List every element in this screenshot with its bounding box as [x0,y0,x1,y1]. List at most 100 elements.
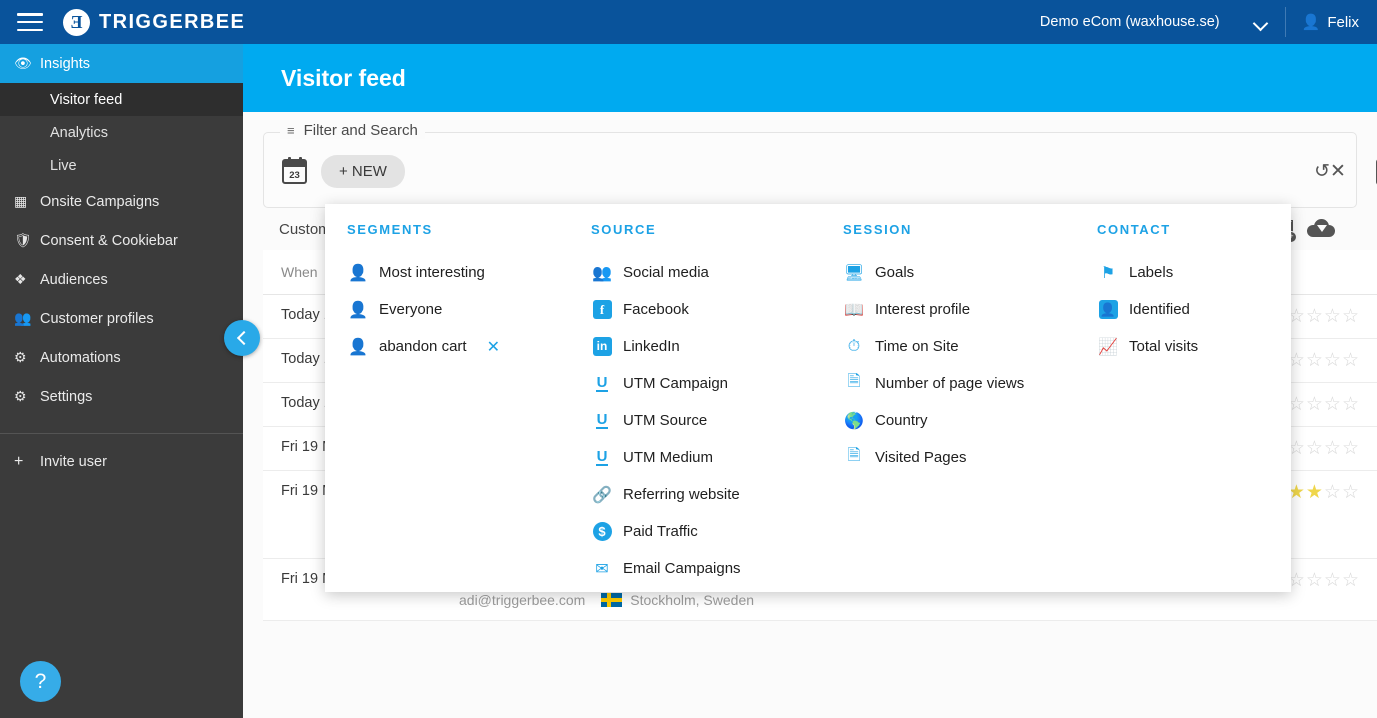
dropdown-item-identified[interactable]: 👤 Identified [1097,291,1291,328]
window-icon: ▦ [14,193,28,209]
dollar-icon: $ [591,521,613,543]
dropdown-item-linkedin[interactable]: in LinkedIn [591,328,821,365]
sidebar-sublabel-visitor-feed: Visitor feed [50,91,123,108]
star-empty-icon[interactable]: ☆ [1306,439,1323,458]
star-empty-icon[interactable]: ☆ [1306,571,1323,590]
dropdown-item-email-campaigns[interactable]: ✉ Email Campaigns [591,550,821,587]
star-empty-icon[interactable]: ☆ [1324,483,1341,502]
hamburger-menu-icon[interactable] [17,13,43,31]
dropdown-item-facebook[interactable]: f Facebook [591,291,821,328]
shield-icon: 🛡 [14,232,32,248]
star-empty-icon[interactable]: ☆ [1324,395,1341,414]
dropdown-item-paid-traffic[interactable]: $ Paid Traffic [591,513,821,550]
visitor-location: Stockholm, Sweden [630,592,755,608]
star-empty-icon[interactable]: ☆ [1342,307,1359,326]
dropdown-item-goals[interactable]: 🖥 Goals [843,254,1075,291]
star-empty-icon[interactable]: ☆ [1342,571,1359,590]
dropdown-item-visited-pages[interactable]: 🗎 Visited Pages [843,439,1075,476]
star-empty-icon[interactable]: ☆ [1306,307,1323,326]
brand-logo[interactable]: Ǝ TRIGGERBEE [63,8,245,36]
invite-user-button[interactable]: + Invite user [0,444,243,480]
sidebar-subitem-analytics[interactable]: Analytics [0,116,243,149]
person-icon: 👤 [348,301,368,319]
account-selector[interactable]: Demo eCom (waxhouse.se) [1040,14,1285,30]
star-empty-icon[interactable]: ☆ [1342,351,1359,370]
sidebar-label-audiences: Audiences [40,271,108,288]
user-menu[interactable]: 👤 Felix [1286,13,1377,32]
visitor-meta: adi@triggerbee.com Stockholm, Sweden [459,592,1191,608]
dropdown-item-utm-source[interactable]: U UTM Source [591,402,821,439]
star-empty-icon[interactable]: ☆ [1324,307,1341,326]
dropdown-label-most-interesting: Most interesting [379,264,485,281]
sidebar-item-onsite-campaigns[interactable]: ▦ Onsite Campaigns [0,182,243,221]
book-icon: 📖 [844,301,864,319]
dropdown-item-utm-campaign[interactable]: U UTM Campaign [591,365,821,402]
filter-legend-label: Filter and Search [303,122,418,139]
star-empty-icon[interactable]: ☆ [1306,351,1323,370]
dropdown-column-session: SESSION 🖥 Goals 📖 Interest profile ⏱ Tim… [821,222,1075,592]
cloud-download-icon[interactable] [1307,219,1335,239]
star-empty-icon[interactable]: ☆ [1306,395,1323,414]
star-empty-icon[interactable]: ☆ [1342,395,1359,414]
sidebar-item-settings[interactable]: ⚙ Settings [0,377,243,416]
reset-filters-icon[interactable]: ↺✕ [1314,159,1346,183]
star-filled-icon[interactable]: ★ [1306,483,1323,502]
dropdown-label-abandon-cart: abandon cart [379,338,467,355]
sidebar-label-onsite-campaigns: Onsite Campaigns [40,193,160,210]
people-icon: 👥 [14,310,32,326]
dropdown-item-total-visits[interactable]: 📈 Total visits [1097,328,1291,365]
id-icon: 👤 [1098,300,1118,319]
dropdown-label-number-of-page-views: Number of page views [875,375,1025,392]
app-root: Ǝ TRIGGERBEE Demo eCom (waxhouse.se) 👤 F… [0,0,1377,718]
dropdown-item-labels[interactable]: ⚑ Labels [1097,254,1291,291]
dropdown-item-interest-profile[interactable]: 📖 Interest profile [843,291,1075,328]
sidebar-item-audiences[interactable]: ❖ Audiences [0,260,243,299]
linkedin-icon: in [591,336,613,358]
dropdown-label-interest-profile: Interest profile [875,301,971,318]
dropdown-item-abandon-cart[interactable]: 👤 abandon cart ✕ [347,328,569,365]
dropdown-label-utm-campaign: UTM Campaign [623,375,729,392]
dropdown-item-everyone[interactable]: 👤 Everyone [347,291,569,328]
new-filter-button[interactable]: + NEW [321,154,405,188]
filter-options-dropdown: SEGMENTS 👤 Most interesting 👤 Everyone 👤… [325,204,1291,592]
dropdown-item-country[interactable]: 🌎 Country [843,402,1075,439]
sidebar-sublabel-live: Live [50,157,77,174]
account-name: Demo eCom (waxhouse.se) [1039,14,1220,30]
calendar-icon[interactable]: 23 [282,156,307,184]
dropdown-item-utm-medium[interactable]: U UTM Medium [591,439,821,476]
sidebar-item-customer-profiles[interactable]: 👥 Customer profiles [0,299,243,338]
star-empty-icon[interactable]: ☆ [1324,571,1341,590]
filter-controls: 23 + NEW ↺✕ [264,133,1356,209]
star-empty-icon[interactable]: ☆ [1342,439,1359,458]
sidebar-collapse-button[interactable] [224,320,260,356]
dropdown-item-time-on-site[interactable]: ⏱ Time on Site [843,328,1075,365]
dropdown-item-referring-website[interactable]: 🔗 Referring website [591,476,821,513]
dropdown-item-number-of-page-views[interactable]: 🗎 Number of page views [843,365,1075,402]
user-icon: 👤 [1301,14,1321,31]
sidebar-label-automations: Automations [40,349,121,366]
sidebar-item-insights[interactable]: 👁 Insights [0,44,243,83]
sidebar-sublabel-analytics: Analytics [50,124,109,141]
chart-line-icon: 📈 [1098,338,1118,356]
dropdown-column-contact: CONTACT ⚑ Labels 👤 Identified 📈 Total vi… [1075,222,1291,592]
dropdown-label-time-on-site: Time on Site [875,338,959,355]
top-bar-right: Demo eCom (waxhouse.se) 👤 Felix [1040,0,1377,44]
dropdown-column-source: SOURCE 👥 Social media f Facebook in Link… [569,222,821,592]
dropdown-item-most-interesting[interactable]: 👤 Most interesting [347,254,569,291]
sidebar-label-consent-cookiebar: Consent & Cookiebar [40,232,178,249]
filter-and-search-box: ≡ Filter and Search 23 + NEW ↺✕ [263,122,1377,209]
chevron-left-icon [236,330,252,346]
remove-segment-icon[interactable]: ✕ [487,337,500,357]
sidebar-subitem-visitor-feed[interactable]: Visitor feed [0,83,243,116]
star-empty-icon[interactable]: ☆ [1342,483,1359,502]
star-empty-icon[interactable]: ☆ [1324,439,1341,458]
dropdown-item-social-media[interactable]: 👥 Social media [591,254,821,291]
star-empty-icon[interactable]: ☆ [1324,351,1341,370]
user-name: Felix [1327,13,1359,31]
gear-icon: ⚙ [14,388,27,404]
sidebar-item-automations[interactable]: ⚙ Automations [0,338,243,377]
help-button[interactable]: ? [20,661,61,702]
sidebar-item-consent-cookiebar[interactable]: 🛡 Consent & Cookiebar [0,221,243,260]
sidebar-subitem-live[interactable]: Live [0,149,243,182]
triggerbee-bee-icon: Ǝ [63,8,90,36]
